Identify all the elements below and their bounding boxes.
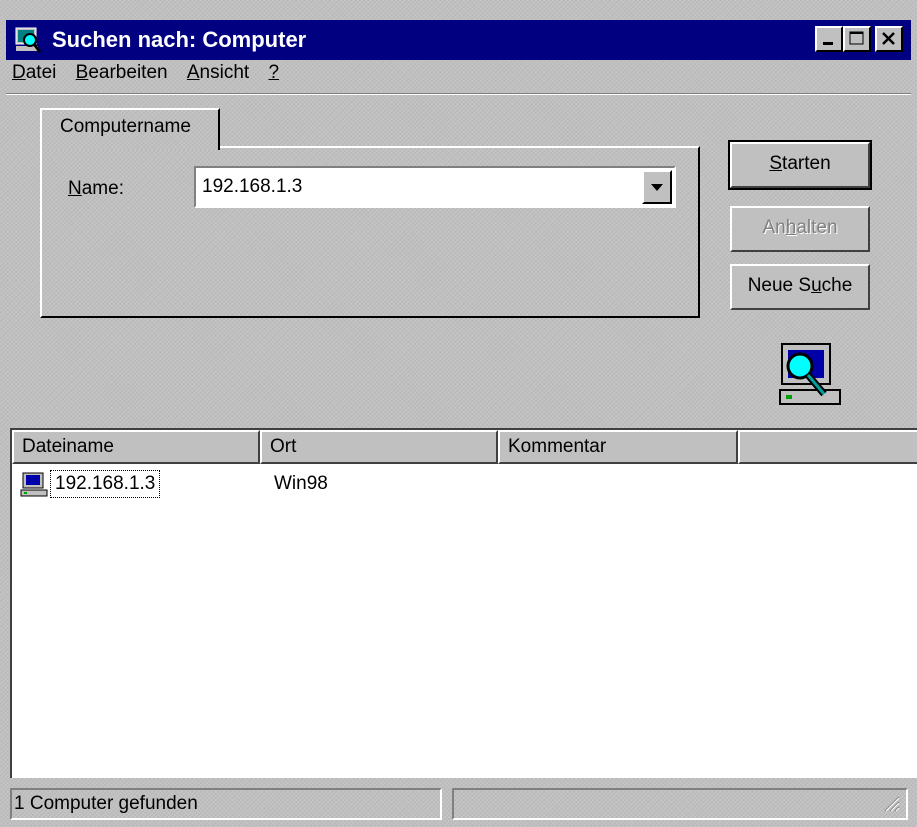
menu-label: atei [25, 62, 57, 83]
chevron-down-icon [651, 184, 663, 191]
list-item-name[interactable]: 192.168.1.3 [50, 470, 161, 498]
button-accel: u [811, 275, 822, 296]
menu-accel: ? [268, 62, 280, 83]
menu-datei[interactable]: Datei [12, 62, 56, 84]
button-label: alten [796, 217, 838, 238]
computer-search-icon [15, 27, 42, 53]
column-header-kommentar[interactable]: Kommentar [498, 430, 738, 464]
search-computer-window: Suchen nach: Computer Datei Bearbeiten A… [0, 0, 917, 827]
column-header-dateiname[interactable]: Dateiname [12, 430, 260, 464]
stop-button[interactable]: Anhalten [730, 206, 870, 252]
menu-accel: B [75, 62, 89, 83]
resize-grip-icon[interactable] [882, 794, 900, 812]
menu-label: nsicht [199, 62, 250, 83]
button-label: An [762, 217, 786, 238]
menu-label: earbeiten [88, 62, 168, 83]
close-button[interactable] [875, 26, 903, 52]
list-item-ort: Win98 [274, 473, 328, 494]
close-icon [882, 32, 895, 45]
status-text: 1 Computer gefunden [10, 788, 442, 820]
minimize-icon [823, 42, 833, 45]
minimize-button[interactable] [815, 26, 843, 52]
name-input[interactable]: 192.168.1.3 [202, 176, 302, 198]
menu-separator [6, 93, 911, 95]
tab-label: Computername [60, 116, 191, 137]
name-label: Name: [68, 178, 124, 200]
window-title: Suchen nach: Computer [52, 27, 307, 52]
button-accel: h [785, 217, 797, 238]
dropdown-button[interactable] [642, 170, 672, 204]
status-panel [452, 788, 908, 820]
computer-icon [20, 472, 48, 497]
name-combobox[interactable]: 192.168.1.3 [194, 166, 676, 208]
menu-bar: Datei Bearbeiten Ansicht ? [12, 62, 293, 90]
list-item[interactable]: 192.168.1.3 Win98 [12, 470, 917, 504]
column-header-empty[interactable] [738, 430, 917, 464]
button-label: tarten [782, 153, 831, 174]
menu-accel: D [12, 62, 26, 83]
maximize-button[interactable] [843, 26, 871, 52]
button-label: Neue S [747, 275, 812, 296]
button-label: che [821, 275, 853, 296]
title-bar[interactable]: Suchen nach: Computer [6, 20, 911, 60]
menu-ansicht[interactable]: Ansicht [187, 62, 249, 84]
tab-computername[interactable]: Computername [40, 108, 220, 150]
name-label-text: ame: [81, 178, 124, 199]
results-list[interactable]: Dateiname Ort Kommentar 192.168.1.3 Win9… [10, 428, 917, 778]
start-button[interactable]: Starten [728, 140, 872, 190]
menu-bearbeiten[interactable]: Bearbeiten [76, 62, 168, 84]
new-search-button[interactable]: Neue Suche [730, 264, 870, 310]
menu-accel: A [186, 62, 200, 83]
button-accel: S [769, 153, 783, 174]
menu-help[interactable]: ? [268, 62, 279, 84]
maximize-icon [849, 31, 864, 45]
column-header-ort[interactable]: Ort [260, 430, 498, 464]
name-label-accel: N [68, 178, 82, 199]
computer-search-icon [779, 343, 841, 405]
